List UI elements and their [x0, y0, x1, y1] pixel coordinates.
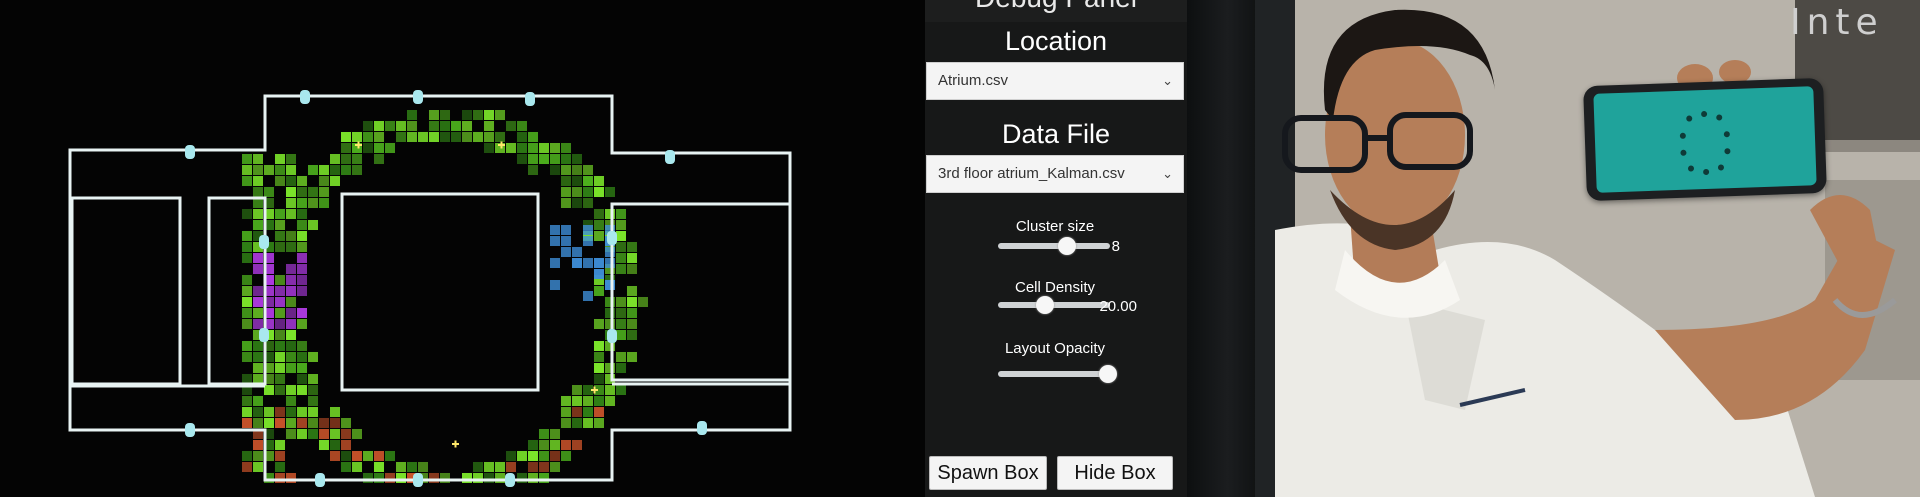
cluster-size-label: Cluster size — [1015, 218, 1095, 235]
monitor-bezel — [1187, 0, 1255, 497]
cell-density-value: 20.00 — [1099, 298, 1137, 315]
floorplan-heatmap — [68, 90, 792, 487]
room-right — [610, 202, 792, 382]
layout-opacity-slider[interactable] — [998, 365, 1117, 383]
floorplan-display — [0, 0, 925, 497]
spawn-box-button[interactable]: Spawn Box — [929, 456, 1047, 490]
hide-box-button[interactable]: Hide Box — [1057, 456, 1173, 490]
location-heading: Location — [1004, 26, 1108, 56]
photo-person-holding-phone: Inte — [1255, 0, 1920, 497]
panel-title: Debug Panel — [925, 0, 1187, 22]
person-illustration — [1255, 0, 1920, 497]
room-center — [340, 192, 540, 392]
data-file-select[interactable]: 3rd floor atrium_Kalman.csv ⌄ — [926, 155, 1184, 193]
data-file-heading: Data File — [1001, 119, 1111, 149]
slider-thumb[interactable] — [1036, 296, 1055, 314]
slider-thumb[interactable] — [1098, 365, 1117, 383]
layout-opacity-label: Layout Opacity — [1004, 340, 1106, 357]
room-far-left — [70, 196, 182, 386]
phone-dot-pattern — [1679, 111, 1731, 175]
smartphone — [1583, 77, 1827, 202]
data-file-select-value: 3rd floor atrium_Kalman.csv — [938, 165, 1125, 182]
phone-screen — [1593, 86, 1817, 193]
slider-track — [998, 371, 1110, 377]
location-select[interactable]: Atrium.csv ⌄ — [926, 62, 1184, 100]
cluster-size-value: 8 — [1111, 238, 1120, 255]
chevron-down-icon: ⌄ — [1162, 166, 1173, 181]
location-select-value: Atrium.csv — [938, 72, 1009, 89]
cell-density-label: Cell Density — [1014, 279, 1096, 296]
chevron-down-icon: ⌄ — [1162, 73, 1173, 88]
debug-panel: Debug Panel Location Atrium.csv ⌄ Data F… — [925, 0, 1187, 497]
background-sign-text: Inte — [1790, 2, 1884, 43]
floorplan-outline — [68, 94, 792, 482]
heatmap-cells — [242, 110, 648, 483]
